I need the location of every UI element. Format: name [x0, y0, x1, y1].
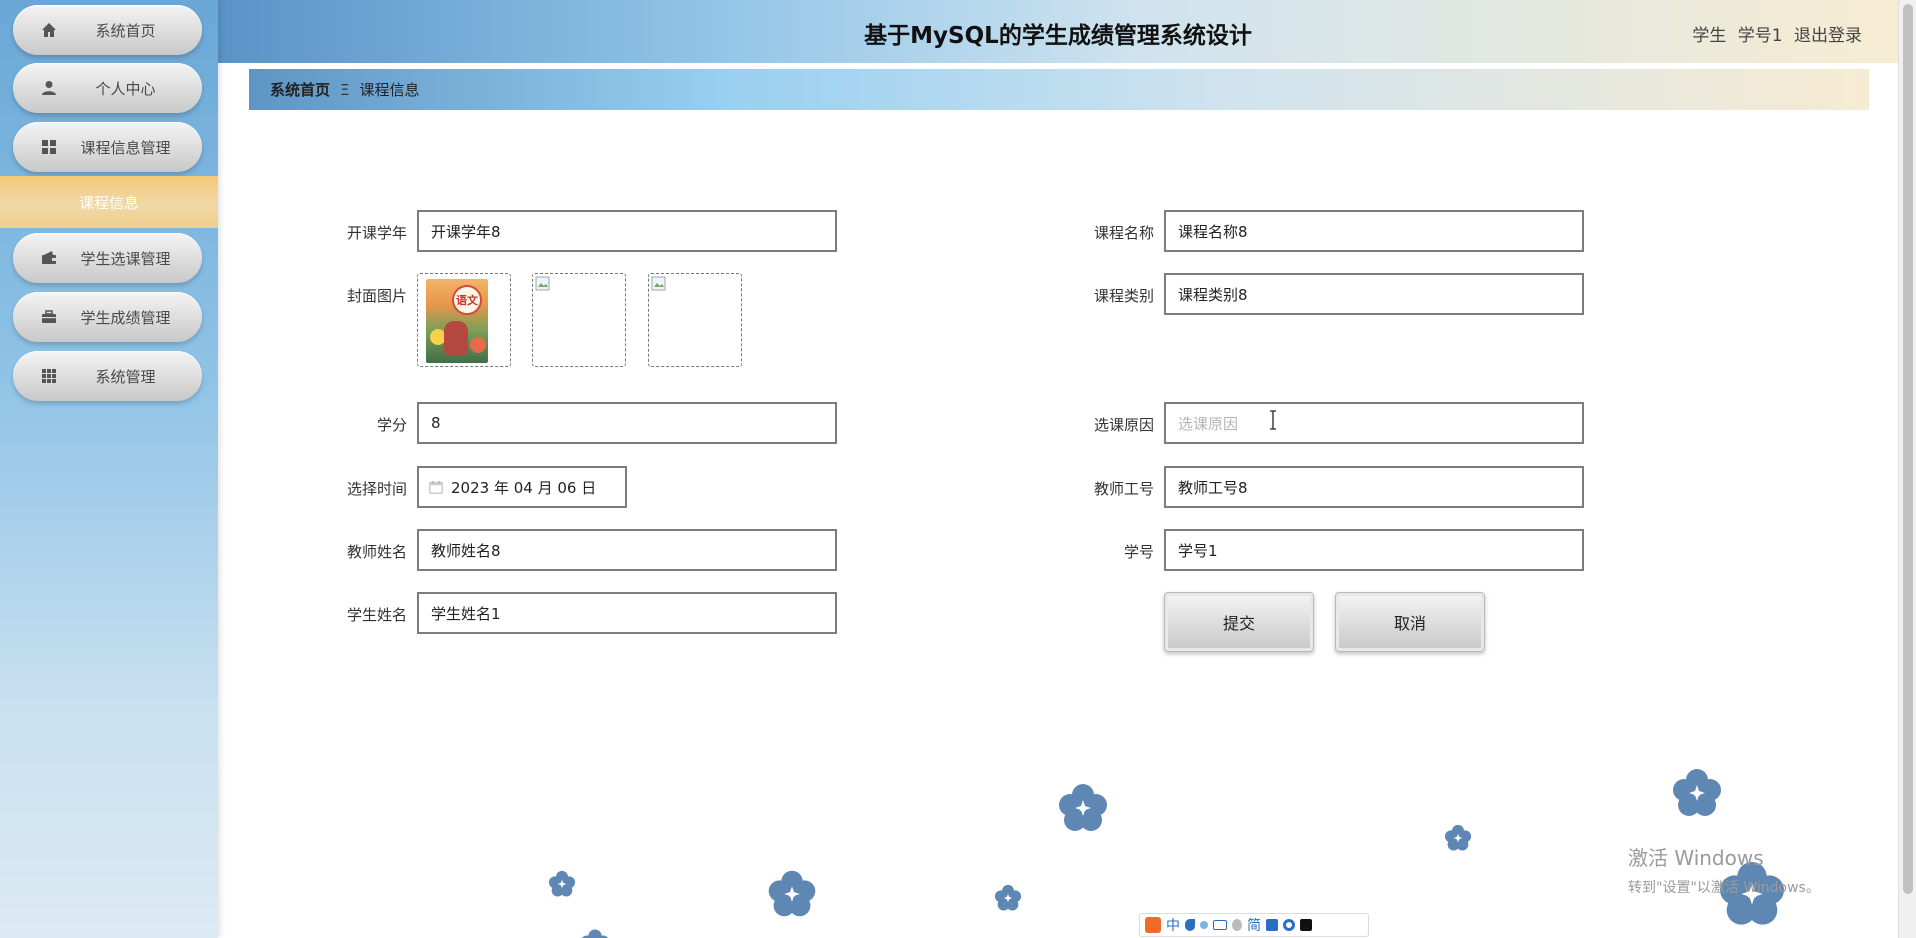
student-name-input[interactable]: 学生姓名1	[417, 592, 837, 634]
user-area: 学生 学号1 退出登录	[1686, 21, 1862, 46]
page-scrollbar[interactable]	[1898, 0, 1916, 938]
keyboard-icon[interactable]	[1213, 920, 1227, 930]
flower-decoration	[768, 870, 816, 917]
punctuation-icon[interactable]	[1200, 921, 1208, 929]
breadcrumb: 系统首页 Ξ 课程信息	[249, 69, 1869, 110]
teacher-name-label: 教师姓名	[346, 543, 407, 561]
submit-button[interactable]: 提交	[1164, 592, 1314, 652]
watermark-line-2: 转到"设置"以激活 Windows。	[1628, 880, 1820, 896]
student-name-label: 学生姓名	[346, 606, 407, 624]
tiktok-icon[interactable]	[1300, 919, 1312, 931]
breadcrumb-current: 课程信息	[359, 81, 420, 99]
ime-chinese-mode[interactable]: 中	[1166, 915, 1180, 935]
breadcrumb-home[interactable]: 系统首页	[270, 79, 330, 100]
ime-toolbar[interactable]: 中 简	[1139, 913, 1369, 937]
select-time-input[interactable]: 2023 年 04 月 06 日	[417, 466, 627, 508]
sidebar-item-profile[interactable]: 个人中心	[13, 63, 202, 113]
logout-link[interactable]: 退出登录	[1794, 26, 1862, 46]
flower-decoration	[1059, 784, 1107, 831]
user-role: 学生	[1692, 26, 1727, 46]
course-name-input[interactable]: 课程名称8	[1164, 210, 1584, 252]
sidebar-item-course-management[interactable]: 课程信息管理	[13, 122, 202, 172]
briefcase-icon	[42, 310, 56, 323]
watermark-line-1: 激活 Windows	[1628, 846, 1764, 870]
flower-decoration	[1444, 824, 1472, 851]
student-id-input[interactable]: 学号1	[1164, 529, 1584, 571]
flower-decoration	[994, 884, 1022, 911]
user-icon	[42, 81, 56, 95]
cover-image-1[interactable]: 语文	[417, 273, 511, 367]
app-title: 基于MySQL的学生成绩管理系统设计	[864, 23, 1252, 49]
cover-image-2[interactable]	[532, 273, 626, 367]
grid-icon	[42, 140, 56, 154]
sidebar-item-system[interactable]: 系统管理	[13, 351, 202, 401]
calendar-icon	[429, 480, 443, 494]
teacher-id-label: 教师工号	[1093, 480, 1154, 498]
book-badge: 语文	[452, 285, 482, 315]
user-icon[interactable]	[1232, 919, 1242, 931]
teacher-name-input[interactable]: 教师姓名8	[417, 529, 837, 571]
apps-icon	[42, 369, 56, 383]
breadcrumb-separator: Ξ	[340, 80, 350, 99]
ime-logo-icon[interactable]	[1145, 917, 1161, 933]
flower-decoration	[548, 870, 576, 897]
home-icon	[42, 23, 56, 37]
student-id-label: 学号	[1123, 543, 1154, 561]
cover-label: 封面图片	[346, 287, 407, 305]
flower-decoration	[581, 929, 609, 938]
sidebar-item-course-selection[interactable]: 学生选课管理	[13, 233, 202, 283]
cover-image-3[interactable]	[648, 273, 742, 367]
select-time-label: 选择时间	[346, 480, 407, 498]
teacher-id-input[interactable]: 教师工号8	[1164, 466, 1584, 508]
broken-image-icon	[535, 276, 550, 291]
course-type-label: 课程类别	[1093, 287, 1154, 305]
credit-label: 学分	[376, 416, 407, 434]
skin-icon[interactable]	[1266, 919, 1278, 931]
course-type-input[interactable]: 课程类别8	[1164, 273, 1584, 315]
user-id: 学号1	[1737, 26, 1783, 46]
windows-activation-watermark: 激活 Windows 转到"设置"以激活 Windows。	[1628, 842, 1820, 897]
year-label: 开课学年	[346, 224, 407, 242]
flower-decoration	[1673, 769, 1721, 816]
reason-input[interactable]: 选课原因	[1164, 402, 1584, 444]
header: 基于MySQL的学生成绩管理系统设计 学生 学号1 退出登录	[218, 0, 1898, 63]
reason-label: 选课原因	[1093, 416, 1154, 434]
credit-input[interactable]: 8	[417, 402, 837, 444]
text-cursor-icon	[1270, 410, 1276, 430]
select-time-value: 2023 年 04 月 06 日	[451, 478, 597, 497]
ime-simplified-mode[interactable]: 简	[1247, 915, 1261, 935]
year-input[interactable]: 开课学年8	[417, 210, 837, 252]
scrollbar-thumb[interactable]	[1903, 4, 1913, 894]
gear-icon[interactable]	[1283, 919, 1295, 931]
course-name-label: 课程名称	[1093, 224, 1154, 242]
textbook-cover-image: 语文	[426, 279, 488, 363]
sidebar-item-home[interactable]: 系统首页	[13, 5, 202, 55]
sidebar: 系统首页 个人中心 课程信息管理 课程信息 学生选课管理 学生成绩管理 系统管理	[0, 0, 218, 938]
cancel-button[interactable]: 取消	[1335, 592, 1485, 652]
sidebar-item-grade-management[interactable]: 学生成绩管理	[13, 292, 202, 342]
wallet-icon	[42, 251, 56, 264]
broken-image-icon	[651, 276, 666, 291]
sidebar-subitem-course-info[interactable]: 课程信息	[0, 176, 218, 228]
moon-icon[interactable]	[1185, 919, 1195, 931]
